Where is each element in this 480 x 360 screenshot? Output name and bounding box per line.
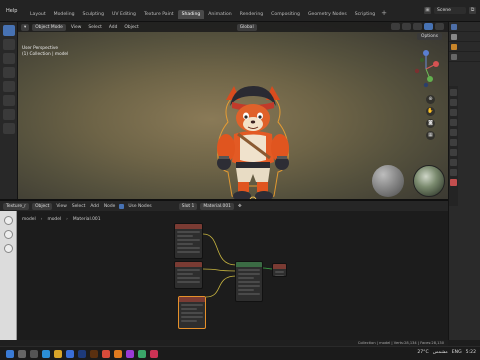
principled-bsdf-node[interactable] (235, 261, 263, 302)
illustrator-icon[interactable] (90, 349, 98, 358)
scene-selector: ▣ Scene ⧉ (380, 7, 480, 14)
tab-compositing[interactable]: Compositing (267, 10, 304, 19)
hdri-preview-sphere-environment (413, 165, 445, 197)
zoom-icon[interactable]: ⊕ (426, 95, 435, 104)
os-taskbar: 27°C مشمس ENG 5:22 (0, 346, 480, 360)
solid-shading-button[interactable] (413, 23, 422, 30)
image-texture-node[interactable] (174, 261, 203, 289)
image-texture-node-selected[interactable] (178, 296, 206, 329)
measure-tool-icon[interactable] (2, 123, 15, 134)
output-props-icon[interactable] (450, 109, 457, 116)
weather-desc[interactable]: مشمس (433, 350, 448, 355)
store-icon[interactable] (66, 349, 74, 358)
workspace-tabs: Layout Modeling Sculpting UV Editing Texture… (26, 10, 389, 19)
viewport-info: User Perspective (1) Collection | model (22, 46, 68, 57)
image-texture-node[interactable] (174, 223, 203, 259)
taskview-icon[interactable] (30, 349, 38, 358)
blender-icon[interactable] (114, 349, 122, 358)
search-icon[interactable] (18, 349, 26, 358)
shader-node-editor[interactable]: Texture_r Object View Select Add Node Us… (0, 199, 448, 340)
app-icon[interactable] (138, 349, 146, 358)
outliner-row[interactable] (449, 42, 480, 52)
scene-icon[interactable]: ▣ (424, 7, 431, 14)
toolbar (0, 22, 18, 199)
camera-icon[interactable]: ◙ (426, 119, 435, 128)
object-props-icon[interactable] (450, 139, 457, 146)
folder-icon[interactable] (54, 349, 62, 358)
app-icon[interactable] (150, 349, 158, 358)
outliner-row[interactable] (449, 32, 480, 42)
3d-character-model[interactable] (204, 78, 302, 199)
constraint-props-icon[interactable] (450, 169, 457, 176)
photoshop-icon[interactable] (78, 349, 86, 358)
scene-field[interactable]: Scene (434, 7, 466, 14)
modifier-props-icon[interactable] (450, 149, 457, 156)
tab-sculpting[interactable]: Sculpting (79, 10, 108, 19)
top-menu-bar: Help Layout Modeling Sculpting UV Editing Te… (0, 0, 480, 22)
node-links (202, 233, 274, 298)
scene-props-icon[interactable] (450, 119, 457, 126)
grid-icon[interactable]: ▦ (426, 131, 435, 140)
outliner-row[interactable] (449, 22, 480, 32)
properties-panel (448, 22, 480, 340)
material-shading-button[interactable] (424, 23, 433, 30)
cursor-tool-icon[interactable] (2, 39, 15, 50)
render-shading-button[interactable] (435, 23, 444, 30)
xray-button[interactable] (402, 23, 411, 30)
options-dropdown[interactable]: Options (417, 33, 442, 40)
editor-type-dropdown[interactable]: ▾ (21, 23, 30, 31)
scale-tool-icon[interactable] (2, 81, 15, 92)
viewport-header: ▾ Object Mode View Select Add Object Glo… (18, 22, 448, 32)
start-icon[interactable] (6, 349, 14, 358)
tool-props-icon[interactable] (450, 89, 457, 96)
outliner-row[interactable] (449, 52, 480, 62)
material-props-icon[interactable] (450, 179, 457, 186)
object-mode-dropdown[interactable]: Object Mode (32, 23, 66, 31)
tab-uv-editing[interactable]: UV Editing (108, 10, 140, 19)
menu-add[interactable]: Add (107, 25, 120, 30)
3d-viewport[interactable]: ▾ Object Mode View Select Add Object Glo… (18, 22, 448, 199)
menu-object[interactable]: Object (122, 25, 140, 30)
tab-modeling[interactable]: Modeling (50, 10, 79, 19)
physics-props-icon[interactable] (450, 159, 457, 166)
orientation-dropdown[interactable]: Global (236, 23, 257, 31)
overlay-button[interactable] (391, 23, 400, 30)
world-props-icon[interactable] (450, 129, 457, 136)
navigation-gizmo[interactable] (412, 47, 440, 91)
tab-shading[interactable]: Shading (177, 10, 205, 19)
tab-texture-paint[interactable]: Texture Paint (140, 10, 178, 19)
help-menu[interactable]: Help (6, 8, 17, 14)
weather-temp[interactable]: 27°C (417, 350, 428, 355)
navigation-buttons: ⊕ ✋ ◙ ▦ (426, 95, 435, 140)
rotate-tool-icon[interactable] (2, 67, 15, 78)
language-indicator[interactable]: ENG (452, 350, 462, 355)
hdri-preview-sphere-gray (372, 165, 404, 197)
material-output-node[interactable] (272, 263, 287, 277)
move-tool-icon[interactable] (2, 53, 15, 64)
tab-animation[interactable]: Animation (204, 10, 235, 19)
chrome-icon[interactable] (102, 349, 110, 358)
pan-hand-icon[interactable]: ✋ (426, 107, 435, 116)
tab-geometry-nodes[interactable]: Geometry Nodes (304, 10, 351, 19)
transform-tool-icon[interactable] (2, 95, 15, 106)
annotate-tool-icon[interactable] (2, 109, 15, 120)
system-tray: 27°C مشمس ENG 5:22 (417, 350, 476, 355)
properties-tabs (449, 86, 458, 206)
collection-label: (1) Collection | model (22, 51, 69, 57)
tab-rendering[interactable]: Rendering (236, 10, 267, 19)
render-props-icon[interactable] (450, 99, 457, 106)
tab-layout[interactable]: Layout (26, 10, 50, 19)
clock[interactable]: 5:22 (466, 350, 476, 355)
tab-scripting[interactable]: Scripting (351, 10, 379, 19)
app-icon[interactable] (126, 349, 134, 358)
duplicate-icon[interactable]: ⧉ (469, 7, 476, 14)
select-tool-icon[interactable] (2, 25, 15, 36)
menu-select[interactable]: Select (86, 25, 104, 30)
edge-icon[interactable] (42, 349, 50, 358)
menu-view[interactable]: View (69, 25, 83, 30)
